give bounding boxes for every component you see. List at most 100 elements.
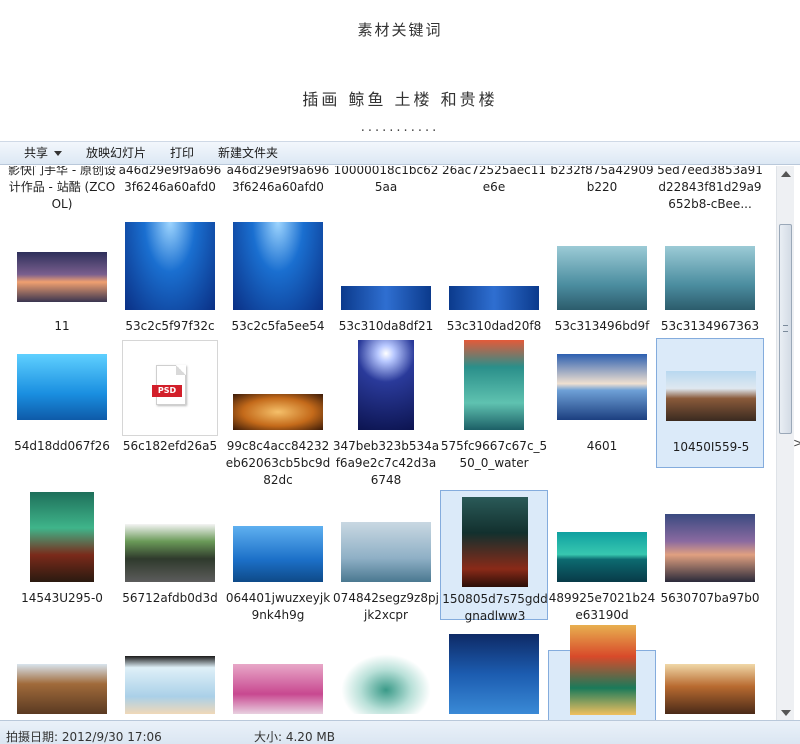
- image-thumbnail: [557, 354, 647, 420]
- chevron-right-icon[interactable]: >: [793, 436, 800, 450]
- image-thumbnail: [341, 654, 431, 714]
- file-name: 5630707ba97b0: [660, 591, 760, 605]
- file-name: 5ed7eed3853a91d22843f81d29a9652b8-cBee..…: [657, 166, 763, 211]
- file-name: 56712afdb0d3d: [122, 591, 218, 605]
- file-item[interactable]: 14543U295-0: [8, 490, 116, 620]
- file-grid: 影快门手华 - 原创设计作品 - 站酷 (ZCOOL) a46d29e9f9a69…: [0, 166, 776, 720]
- file-item[interactable]: 5630707ba97b0: [656, 490, 764, 620]
- file-item[interactable]: 53c310da8df21: [332, 218, 440, 348]
- file-item[interactable]: 347beb323b534af6a9e2c7c42d3a6748: [332, 338, 440, 487]
- image-thumbnail: [233, 664, 323, 714]
- file-item[interactable]: 11: [8, 218, 116, 348]
- file-item[interactable]: [8, 650, 116, 720]
- share-button[interactable]: 共享: [0, 142, 74, 164]
- image-thumbnail: [570, 625, 636, 715]
- file-item[interactable]: [440, 634, 548, 720]
- print-button[interactable]: 打印: [158, 142, 206, 164]
- image-thumbnail: [125, 524, 215, 582]
- file-item[interactable]: 064401jwuzxeyjk9nk4h9g: [224, 490, 332, 622]
- file-item[interactable]: [116, 650, 224, 720]
- image-thumbnail: [449, 634, 539, 714]
- status-bar: 拍摄日期: 2012/9/30 17:06 大小: 4.20 MB: [0, 720, 800, 744]
- file-item[interactable]: 53c313496bd9f: [548, 218, 656, 348]
- scroll-up-arrow-icon[interactable]: [781, 171, 791, 177]
- file-name: 064401jwuzxeyjk9nk4h9g: [225, 591, 331, 622]
- taken-date: 拍摄日期: 2012/9/30 17:06: [6, 730, 162, 744]
- file-item[interactable]: 10000018c1bc625aa: [332, 166, 440, 218]
- file-item[interactable]: 56712afdb0d3d: [116, 490, 224, 620]
- file-item[interactable]: 53c310dad20f8: [440, 218, 548, 348]
- file-name: 53c2c5fa5ee54: [231, 319, 325, 333]
- file-name: 56c182efd26a5: [122, 439, 218, 453]
- file-item[interactable]: a46d29e9f9a6963f6246a60afd0: [224, 166, 332, 218]
- file-item[interactable]: 5ed7eed3853a91d22843f81d29a9652b8-cBee..…: [656, 166, 764, 218]
- psd-badge-icon: PSD: [152, 385, 182, 397]
- file-name: 489925e7021b24e63190d: [548, 591, 656, 622]
- image-thumbnail: [17, 252, 107, 302]
- image-thumbnail: [665, 664, 755, 714]
- file-item[interactable]: 54d18dd067f26: [8, 338, 116, 468]
- image-thumbnail: [341, 522, 431, 582]
- file-name: 4601: [586, 439, 618, 453]
- file-item[interactable]: [548, 625, 656, 720]
- file-name: 53c313496bd9f: [554, 319, 650, 333]
- grip-icon: [783, 325, 788, 332]
- image-thumbnail: [557, 246, 647, 310]
- file-item[interactable]: PSD 56c182efd26a5: [116, 338, 224, 468]
- image-thumbnail: [233, 394, 323, 430]
- image-thumbnail: [358, 340, 414, 430]
- image-thumbnail: [233, 526, 323, 582]
- file-item[interactable]: 074842segz9z8pjjk2xcpr: [332, 490, 440, 622]
- file-name: 99c8c4acc84232eb62063cb5bc9d82dc: [225, 439, 331, 487]
- image-thumbnail: [30, 492, 94, 582]
- file-item[interactable]: [656, 650, 764, 720]
- vertical-scrollbar[interactable]: [776, 166, 794, 720]
- chevron-down-icon: [54, 151, 63, 156]
- image-thumbnail: [449, 286, 539, 310]
- document-icon: PSD: [152, 365, 186, 405]
- file-name: 10450I559-5: [672, 440, 750, 454]
- file-item[interactable]: 489925e7021b24e63190d: [548, 490, 656, 622]
- explorer-toolbar: 共享 放映幻灯片 打印 新建文件夹: [0, 141, 800, 165]
- file-name: 074842segz9z8pjjk2xcpr: [333, 591, 439, 622]
- file-item[interactable]: [224, 650, 332, 720]
- scroll-thumb[interactable]: [779, 224, 792, 434]
- file-name: 26ac72525aec11e6e: [442, 166, 546, 194]
- file-item[interactable]: 影快门手华 - 原创设计作品 - 站酷 (ZCOOL): [8, 166, 116, 218]
- file-item[interactable]: 53c2c5fa5ee54: [224, 218, 332, 348]
- image-thumbnail: [233, 222, 323, 310]
- file-item[interactable]: 26ac72525aec11e6e: [440, 166, 548, 218]
- file-item[interactable]: 150805d7s75gddgnadlww3: [440, 490, 548, 623]
- file-name: a46d29e9f9a6963f6246a60afd0: [118, 166, 222, 194]
- image-thumbnail: [462, 497, 528, 587]
- file-name: 53c310dad20f8: [446, 319, 542, 333]
- image-thumbnail: [666, 371, 756, 421]
- image-thumbnail: [665, 514, 755, 582]
- image-thumbnail: [341, 286, 431, 310]
- file-item[interactable]: [332, 650, 440, 720]
- image-thumbnail: [17, 354, 107, 420]
- image-thumbnail: [464, 340, 524, 430]
- image-thumbnail: [125, 656, 215, 714]
- file-item[interactable]: 99c8c4acc84232eb62063cb5bc9d82dc: [224, 338, 332, 487]
- file-item[interactable]: 4601: [548, 338, 656, 468]
- file-name: 150805d7s75gddgnadlww3: [442, 592, 548, 623]
- file-item[interactable]: a46d29e9f9a6963f6246a60afd0: [116, 166, 224, 218]
- ellipsis-dots: ...........: [360, 120, 440, 135]
- file-item[interactable]: 53c2c5f97f32c: [116, 218, 224, 348]
- file-item[interactable]: 10450I559-5: [656, 338, 764, 468]
- file-name: 54d18dd067f26: [14, 439, 110, 453]
- scroll-down-arrow-icon[interactable]: [781, 710, 791, 716]
- new-folder-button[interactable]: 新建文件夹: [206, 142, 290, 164]
- file-name: 14543U295-0: [21, 591, 103, 605]
- file-item[interactable]: 575fc9667c67c_550_0_water: [440, 338, 548, 470]
- share-label: 共享: [24, 146, 49, 160]
- file-item[interactable]: b232f875a42909b220: [548, 166, 656, 218]
- psd-file-icon: PSD: [122, 340, 218, 436]
- file-name: 575fc9667c67c_550_0_water: [440, 439, 548, 470]
- slideshow-button[interactable]: 放映幻灯片: [74, 142, 158, 164]
- file-item[interactable]: 53c3134967363: [656, 218, 764, 348]
- file-name: 影快门手华 - 原创设计作品 - 站酷 (ZCOOL): [8, 166, 116, 211]
- file-name: 10000018c1bc625aa: [333, 166, 439, 194]
- file-name: 11: [54, 319, 70, 333]
